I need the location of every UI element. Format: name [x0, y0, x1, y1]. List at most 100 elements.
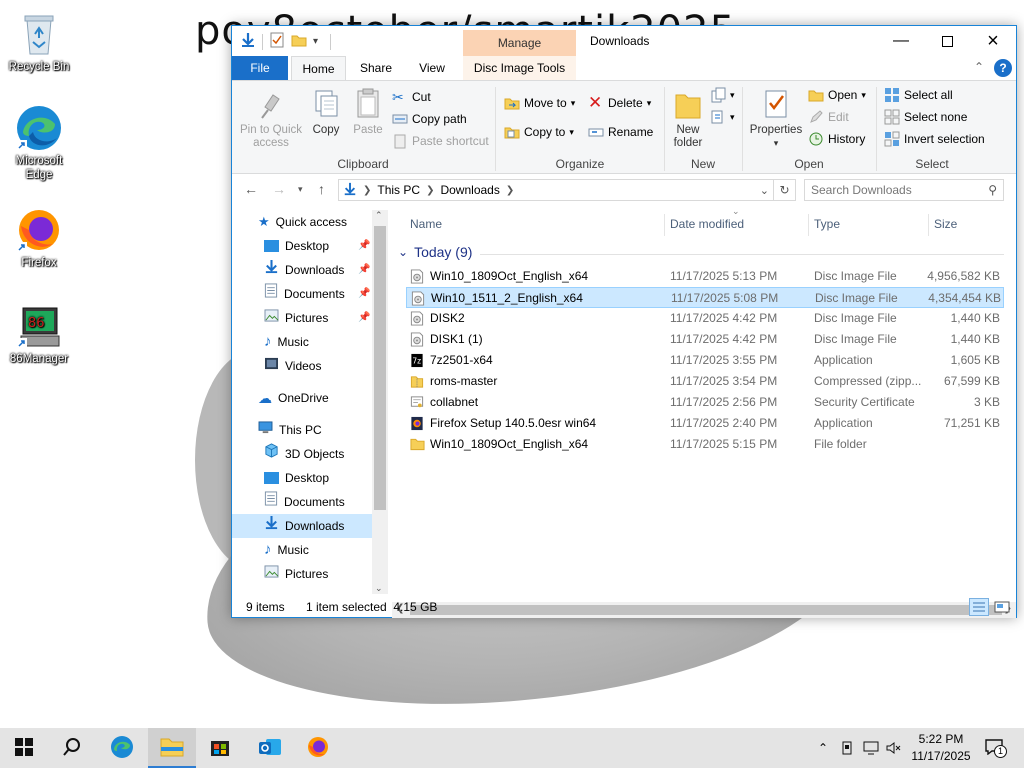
column-separator[interactable]	[808, 214, 809, 236]
tab-share[interactable]: Share	[350, 56, 402, 80]
nav-onedrive[interactable]: ☁ OneDrive	[232, 386, 372, 410]
file-row[interactable]: DISK1 (1) 11/17/2025 4:42 PM Disc Image Fi…	[406, 329, 1004, 350]
nav-item-pc-music[interactable]: ♪ Music	[232, 538, 372, 562]
nav-item-downloads[interactable]: Downloads 📌	[232, 258, 372, 282]
help-icon[interactable]: ?	[994, 59, 1012, 77]
column-separator[interactable]	[664, 214, 665, 236]
details-view-icon[interactable]	[969, 598, 989, 616]
notifications-button[interactable]: 1	[980, 728, 1008, 768]
collapse-ribbon-icon[interactable]: ⌃	[974, 60, 984, 74]
nav-item-documents[interactable]: Documents 📌	[232, 282, 372, 306]
nav-this-pc[interactable]: This PC	[232, 418, 372, 442]
device-tray-icon[interactable]	[836, 728, 858, 768]
breadcrumb-downloads[interactable]: Downloads	[440, 183, 499, 197]
recycle-bin-icon	[15, 10, 63, 58]
nav-item-music[interactable]: ♪ Music	[232, 330, 372, 354]
paste-button[interactable]: Paste	[350, 87, 386, 137]
taskbar-outlook[interactable]	[246, 728, 294, 768]
nav-item-3d-objects[interactable]: 3D Objects	[232, 442, 372, 466]
edit-button[interactable]: Edit	[808, 107, 849, 127]
nav-scrollbar-thumb[interactable]	[374, 226, 386, 510]
tab-disc-image-tools[interactable]: Disc Image Tools	[463, 56, 576, 80]
move-to-button[interactable]: Move to ▾	[504, 93, 575, 113]
column-separator[interactable]	[928, 214, 929, 236]
tray-overflow-icon[interactable]: ⌃	[812, 728, 834, 768]
manage-context-tab[interactable]: Manage	[463, 30, 576, 56]
start-button[interactable]	[0, 728, 48, 768]
nav-item-pictures[interactable]: Pictures 📌	[232, 306, 372, 330]
nav-label: Documents	[284, 495, 345, 509]
breadcrumb-this-pc[interactable]: This PC	[377, 183, 420, 197]
copy-to-button[interactable]: Copy to ▾	[504, 122, 574, 142]
cut-button[interactable]: ✂ Cut	[392, 87, 431, 107]
nav-item-pc-documents[interactable]: Documents	[232, 490, 372, 514]
refresh-icon[interactable]: ↻	[774, 179, 796, 201]
nav-quick-access[interactable]: ★ Quick access	[232, 210, 372, 234]
desktop-icon-86manager[interactable]: 86 86Manager	[4, 302, 74, 366]
system-clock[interactable]: 5:22 PM 11/17/2025	[896, 731, 986, 765]
taskbar-edge[interactable]	[98, 728, 146, 768]
file-row[interactable]: Firefox Setup 140.5.0esr win64 11/17/2025…	[406, 413, 1004, 434]
group-header-today[interactable]: ⌄ Today (9)	[398, 244, 472, 260]
open-button[interactable]: Open ▾	[808, 85, 866, 105]
easy-access-button[interactable]: ▾	[710, 107, 735, 127]
nav-item-pc-pictures[interactable]: Pictures	[232, 562, 372, 586]
taskbar-firefox[interactable]	[294, 728, 342, 768]
column-header-type[interactable]: Type	[814, 210, 840, 238]
forward-arrow-icon[interactable]: →	[272, 181, 286, 197]
file-row[interactable]: roms-master 11/17/2025 3:54 PM Compressed …	[406, 371, 1004, 392]
desktop-icon-firefox[interactable]: Firefox	[4, 206, 74, 270]
nav-item-videos[interactable]: Videos	[232, 354, 372, 378]
file-row[interactable]: Win10_1809Oct_English_x64 11/17/2025 5:15…	[406, 434, 1004, 455]
column-header-name[interactable]: Name	[410, 210, 442, 238]
recent-locations-icon[interactable]: ▾	[298, 184, 303, 195]
minimize-button[interactable]: —	[878, 26, 924, 56]
scroll-up-icon[interactable]: ⌃	[375, 210, 383, 221]
properties-check-icon[interactable]	[269, 32, 285, 51]
taskbar-store[interactable]	[196, 728, 244, 768]
rename-button[interactable]: Rename	[588, 122, 653, 142]
file-row[interactable]: collabnet 11/17/2025 2:56 PM Security Cert…	[406, 392, 1004, 413]
desktop-icon-edge[interactable]: Microsoft Edge	[4, 104, 74, 182]
history-button[interactable]: History	[808, 129, 865, 149]
nav-item-desktop[interactable]: Desktop 📌	[232, 234, 372, 258]
chevron-down-icon[interactable]: ⌄	[760, 184, 769, 197]
search-button[interactable]	[48, 728, 96, 768]
select-none-button[interactable]: Select none	[884, 107, 967, 127]
nav-scrollbar[interactable]: ⌃ ⌄	[372, 210, 388, 594]
desktop-icon-recycle-bin[interactable]: Recycle Bin	[4, 10, 74, 74]
up-arrow-icon[interactable]: ↑	[318, 181, 325, 197]
copy-path-button[interactable]: Copy path	[392, 109, 467, 129]
invert-selection-button[interactable]: Invert selection	[884, 129, 985, 149]
copy-button[interactable]: Copy	[308, 87, 344, 137]
taskbar-file-explorer[interactable]	[148, 728, 196, 768]
tab-file[interactable]: File	[232, 56, 288, 80]
nav-item-pc-desktop[interactable]: Desktop	[232, 466, 372, 490]
customize-dropdown-icon[interactable]: ▾	[313, 36, 318, 47]
pin-to-quick-access-button[interactable]: Pin to Quick access	[238, 87, 304, 150]
delete-button[interactable]: ✕ Delete ▾	[588, 93, 651, 113]
network-icon[interactable]	[860, 728, 882, 768]
new-folder-button[interactable]: New folder	[666, 87, 710, 150]
maximize-button[interactable]	[924, 26, 970, 56]
tab-view[interactable]: View	[406, 56, 458, 80]
nav-item-pc-downloads[interactable]: Downloads	[232, 514, 372, 538]
search-input[interactable]: Search Downloads ⚲	[804, 179, 1004, 201]
large-icons-view-icon[interactable]	[993, 599, 1011, 615]
paste-shortcut-button[interactable]: Paste shortcut	[392, 131, 489, 151]
tab-home[interactable]: Home	[291, 56, 346, 81]
back-arrow-icon[interactable]: ←	[244, 181, 258, 197]
file-row[interactable]: 7z 7z2501-x64 11/17/2025 3:55 PM Applicatio…	[406, 350, 1004, 371]
column-header-size[interactable]: Size	[934, 210, 957, 238]
file-row[interactable]: Win10_1809Oct_English_x64 11/17/2025 5:13…	[406, 266, 1004, 287]
new-item-button[interactable]: ▾	[710, 85, 735, 105]
address-bar[interactable]: ❯ This PC ❯ Downloads ❯ ⌄	[338, 179, 774, 201]
properties-button[interactable]: Properties ▾	[746, 87, 806, 150]
file-row[interactable]: Win10_1511_2_English_x64 11/17/2025 5:08 …	[406, 287, 1004, 308]
down-arrow-icon[interactable]	[240, 32, 256, 51]
new-folder-icon[interactable]	[291, 32, 307, 51]
close-button[interactable]: ×	[970, 26, 1016, 56]
file-row[interactable]: DISK2 11/17/2025 4:42 PM Disc Image File 1,…	[406, 308, 1004, 329]
scroll-down-icon[interactable]: ⌄	[375, 583, 383, 594]
select-all-button[interactable]: Select all	[884, 85, 953, 105]
